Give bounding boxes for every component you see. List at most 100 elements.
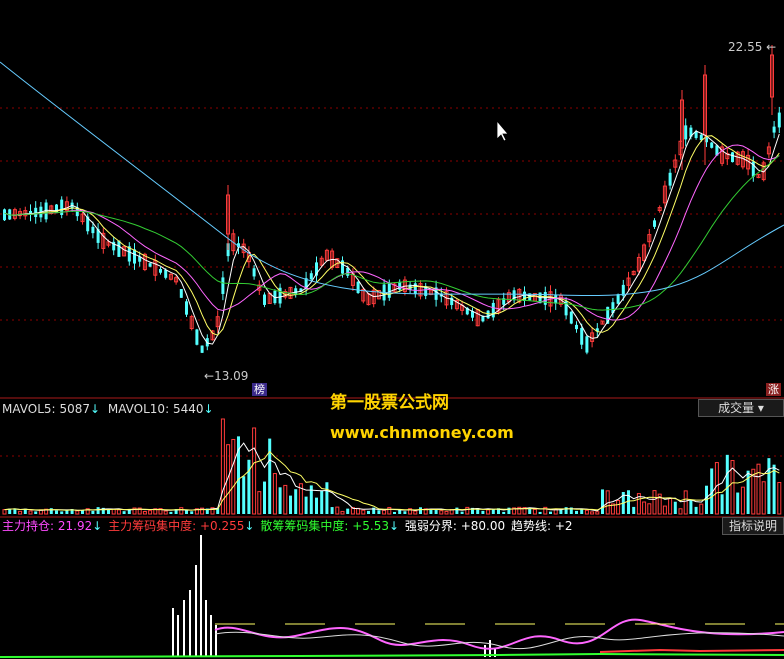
retail-concentration-line [0, 652, 784, 658]
volume-bar [122, 511, 126, 514]
candle-body [491, 302, 495, 318]
volume-bar [283, 484, 288, 515]
indicator-item-2: 散筹筹码集中度: +5.53↓ [260, 519, 400, 533]
main-concentration-line [599, 648, 784, 653]
volume-bar [580, 509, 584, 514]
volume-bar [647, 503, 652, 515]
volume-bar [590, 511, 595, 515]
volume-bar [595, 511, 600, 515]
volume-bar [772, 464, 776, 514]
volume-bar [601, 489, 604, 514]
volume-bar [163, 510, 168, 515]
volume-bar [96, 507, 100, 514]
candle-body [569, 311, 573, 324]
volume-bar [419, 507, 422, 514]
volume-bar [689, 499, 693, 514]
candle-body [772, 126, 776, 133]
volume-bar [2, 509, 7, 515]
zhang-marker[interactable]: 涨 [766, 383, 781, 396]
volume-bar [340, 510, 345, 515]
volume-bar [413, 510, 418, 515]
volume-bar [575, 510, 578, 514]
volume-bar [584, 509, 589, 515]
chevron-down-icon: ▾ [757, 401, 764, 415]
volume-bar [116, 509, 121, 515]
volume-bar [252, 427, 257, 515]
volume-bar [652, 490, 657, 515]
volume-bar [325, 482, 329, 514]
volume-bar [502, 511, 506, 514]
volume-bar [439, 510, 444, 515]
volume-bar [289, 495, 292, 514]
watermark-url: www.chnmoney.com [330, 423, 514, 442]
volume-bar [761, 481, 766, 515]
candle-body [710, 142, 714, 148]
stock-chart[interactable] [0, 0, 784, 659]
volume-bar [616, 499, 621, 515]
volume-bar [538, 511, 542, 514]
indicator-item-3: 强弱分界: +80.00 [404, 519, 506, 533]
volume-bar [642, 501, 647, 515]
price-moving-averages [0, 61, 784, 345]
cursor-arrow-icon [496, 119, 509, 142]
candle-body [263, 294, 266, 305]
ma-blue-line [0, 61, 784, 297]
mavol5-label: MAVOL5: [2, 402, 56, 416]
volume-bar [486, 509, 491, 515]
candle-body [252, 268, 256, 277]
ma-white-line [4, 130, 780, 345]
volume-moving-averages [4, 442, 780, 512]
volume-indicator-selector[interactable]: 成交量 ▾ [698, 399, 784, 417]
volume-bar [18, 510, 23, 515]
volume-bar [294, 489, 298, 514]
price-candlesticks [3, 45, 781, 355]
candle-body [117, 240, 121, 257]
candle-body [684, 125, 688, 140]
candle-body [221, 277, 225, 294]
volume-bar [662, 505, 667, 515]
volume-bar [242, 476, 246, 514]
candle-body [195, 329, 199, 345]
volume-bar [257, 491, 262, 515]
candle-body [616, 294, 620, 304]
high-price-label: 22.55 ← [728, 40, 777, 54]
volume-bar [699, 503, 704, 515]
volume-bar [393, 511, 396, 514]
volume-bar [304, 496, 308, 514]
mavol10-line [4, 450, 780, 511]
volume-bar [444, 510, 449, 515]
volume-bar [736, 492, 740, 514]
volume-bar [190, 511, 194, 514]
volume-bar [377, 510, 381, 514]
candle-body [133, 249, 136, 264]
ma-yellow-line [4, 135, 780, 336]
low-price-label: ←13.09 [204, 369, 249, 383]
candle-body [481, 316, 485, 322]
volume-bar [330, 507, 334, 514]
volume-bar [142, 511, 147, 515]
volume-bar [272, 473, 277, 515]
volume-bar [179, 507, 184, 515]
volume-bar [335, 506, 340, 515]
volume-bar [632, 506, 636, 514]
candle-body [486, 310, 490, 319]
candle-body [731, 152, 734, 163]
candle-body [148, 263, 152, 267]
volume-bar [75, 510, 80, 515]
watermark-title: 第一股票公式网 [330, 393, 449, 413]
volume-bar [627, 490, 630, 514]
indicator-item-0: 主力持仓: 21.92↓ [2, 519, 103, 533]
volume-bar [387, 506, 392, 515]
volume-bar [60, 511, 64, 514]
volume-bar [185, 510, 188, 514]
bang-marker[interactable]: 榜 [252, 383, 267, 396]
volume-bar [683, 490, 688, 515]
volume-bar [549, 511, 552, 514]
volume-bar [28, 510, 33, 515]
volume-bar [455, 507, 459, 514]
volume-bar [403, 511, 407, 514]
candle-body [309, 273, 313, 280]
volume-bar [263, 481, 266, 514]
indicator-help-button[interactable]: 指标说明 [722, 517, 784, 535]
candle-body [91, 226, 95, 234]
